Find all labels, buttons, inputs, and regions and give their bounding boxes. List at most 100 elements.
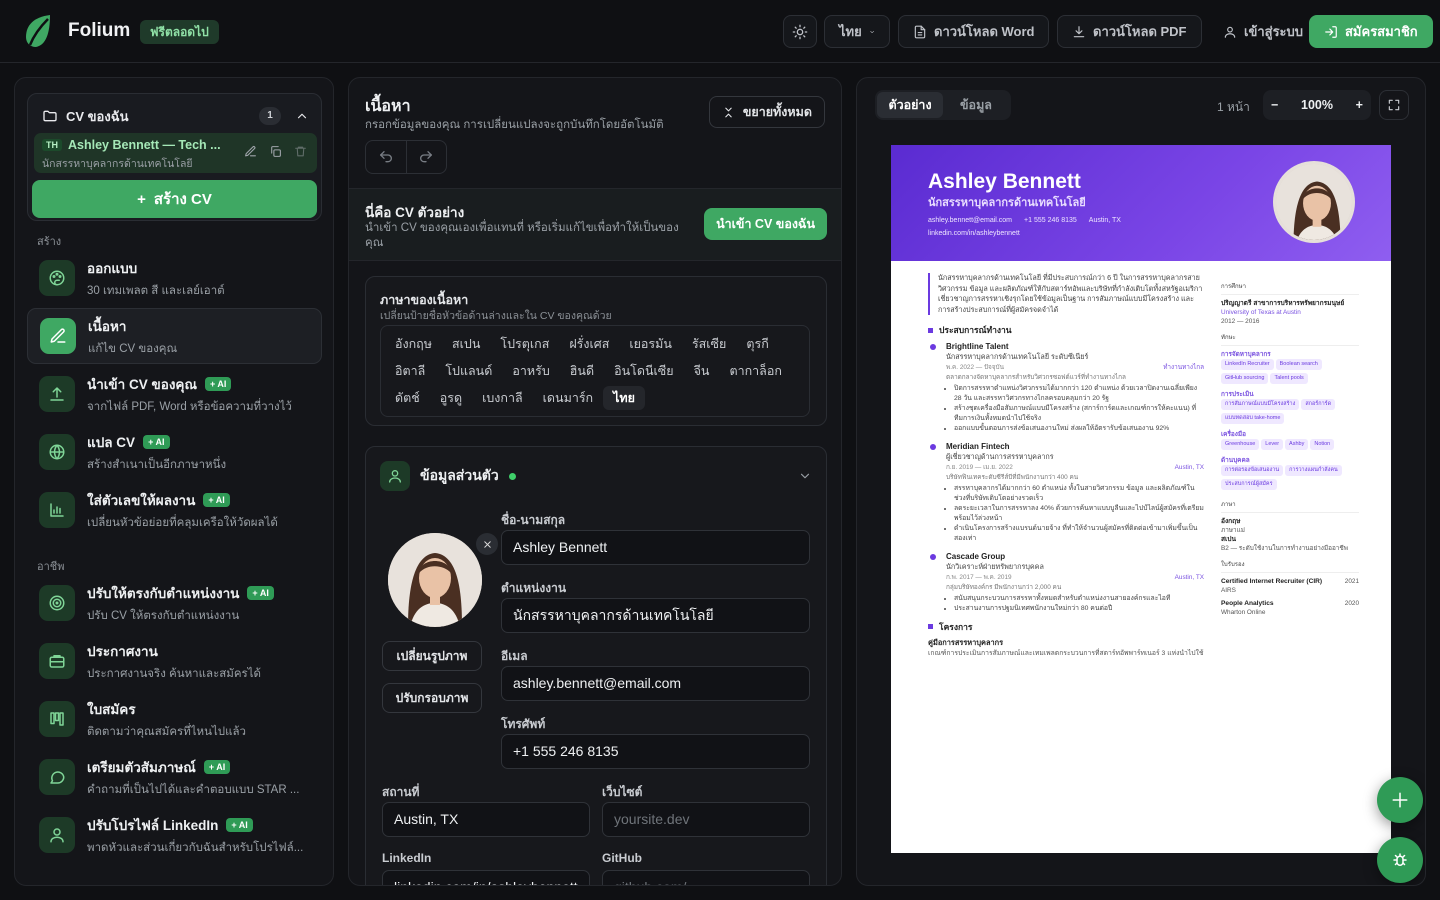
language-select[interactable]: ไทย [824,15,890,48]
cv-job-dates: พ.ค. 2022 — ปัจจุบัน [946,363,1004,371]
ai-badge: + AI [203,759,231,774]
redo-button[interactable] [405,141,447,173]
sidebar-item-chart[interactable]: ใส่ตัวเลขให้ผลงาน + AI เปลี่ยนหัวข้อย่อยที… [27,482,322,538]
language-option[interactable]: ฮินดี [560,359,604,383]
language-option[interactable]: อิตาลี [385,359,435,383]
collapse-icon [725,107,732,117]
sidebar-item-user[interactable]: ปรับโปรไฟล์ LinkedIn + AI พาดหัวและส่วนเกี… [27,807,322,863]
personal-info-header[interactable]: ข้อมูลส่วนตัว [380,461,812,491]
cv-job-location: ทำงานทางไกล [1163,363,1204,371]
expand-all-button[interactable]: ขยายทั้งหมด [708,96,825,128]
personal-info-card: ข้อมูลส่วนตัว เปลี่ยนรูปภาพ ปรับกรอบภาพ … [365,446,827,885]
location-field[interactable]: Austin, TX [382,802,590,837]
login-button[interactable]: เข้าสู่ระบบ [1208,15,1318,48]
undo-button[interactable] [366,141,406,173]
language-option[interactable]: อาหรับ [502,359,559,383]
kanban-icon [50,712,64,726]
website-field[interactable]: yoursite.dev [602,802,810,837]
name-label: ชื่อ-นามสกุล [501,513,566,527]
leaf-logo-icon [26,15,50,47]
content-language-subtitle: เปลี่ยนป้ายชื่อหัวข้อด้านล่างและใน CV ขอ… [380,310,612,322]
ai-badge: + AI [143,434,170,449]
chat-icon [50,771,65,784]
download-pdf-button[interactable]: ดาวน์โหลด PDF [1057,15,1202,48]
sidebar-item-chat[interactable]: เตรียมตัวสัมภาษณ์ + AI คำถามที่เป็นไปได้แล… [27,749,322,805]
zoom-in-button[interactable]: + [1356,98,1363,112]
download-word-button[interactable]: ดาวน์โหลด Word [898,15,1050,48]
copy-icon[interactable] [269,145,282,158]
chevron-down-icon[interactable] [798,469,812,483]
sidebar-item-pencil[interactable]: เนื้อหา แก้ไข CV ของคุณ [27,308,322,364]
sidebar-item-palette[interactable]: ออกแบบ 30 เทมเพลต สี และเลย์เอาต์ [27,250,322,306]
tab-preview[interactable]: ตัวอย่าง [877,92,943,118]
app-name[interactable]: Folium [68,20,130,42]
cv-experience-heading: ประสบการณ์ทำงาน [928,325,1204,336]
name-field[interactable]: Ashley Bennett [501,530,810,565]
language-option[interactable]: ดัตช์ [385,386,430,410]
editor-panel: เนื้อหา กรอกข้อมูลของคุณ การเปลี่ยนแปลงจ… [348,77,842,886]
language-option[interactable]: สเปน [442,332,490,356]
remove-photo-button[interactable] [476,533,498,555]
location-label: สถานที่ [382,785,420,799]
job-title-label: ตำแหน่งงาน [501,581,567,595]
zoom-out-button[interactable]: − [1271,98,1278,112]
profile-photo[interactable] [388,533,482,627]
sidebar-item-title: ใบสมัคร [87,701,136,717]
language-option[interactable]: อินโดนีเซีย [604,359,684,383]
sidebar-item-upload[interactable]: นำเข้า CV ของคุณ + AI จากไฟล์ PDF, Word หร… [27,366,322,422]
cv-cert1-year: 2021 [1344,578,1359,585]
email-field[interactable]: ashley.bennett@email.com [501,666,810,701]
user-icon [1224,26,1236,38]
my-cv-header[interactable]: CV ของฉัน 1 [42,105,309,127]
sidebar-item-title: ออกแบบ [87,260,138,276]
cv-job-dates: ก.ย. 2019 — เม.ย. 2022 [946,463,1013,471]
job-title-field[interactable]: นักสรรหาบุคลากรด้านเทคโนโลยี [501,598,810,633]
theme-toggle-button[interactable] [783,15,817,48]
accessibility-fab[interactable] [1377,837,1423,883]
language-option[interactable]: ฝรั่งเศส [559,332,619,356]
sidebar-item-briefcase[interactable]: ประกาศงานประกาศงานจริง ค้นหาและสมัครได้ [27,633,322,689]
language-option[interactable]: ไทย [603,386,645,410]
language-option[interactable]: โปแลนด์ [435,359,502,383]
cv-main-column: นักสรรหาบุคลากรด้านเทคโนโลยี ที่มีประสบก… [928,273,1204,659]
trash-icon[interactable] [294,145,307,158]
top-bar: Folium ฟรีตลอดไป ไทย ดาวน์โหลด Word ดาวน… [0,0,1440,63]
language-option[interactable]: โปรตุเกส [490,332,559,356]
github-field[interactable]: github.com/... [602,870,810,885]
edit-icon[interactable] [244,145,257,158]
signup-label: สมัครสมาชิก [1345,24,1418,39]
tab-data[interactable]: ข้อมูล [943,92,1009,118]
sidebar-item-title: ประกาศงาน [87,643,158,659]
language-option[interactable]: เดนมาร์ก [533,386,603,410]
download-word-label: ดาวน์โหลด Word [934,24,1035,39]
language-option[interactable]: รัสเซีย [682,332,736,356]
create-cv-button[interactable]: + สร้าง CV [32,180,317,218]
language-option[interactable]: อูรดู [430,386,472,410]
login-arrow-icon [1325,25,1337,38]
fullscreen-button[interactable] [1379,90,1409,120]
language-option[interactable]: จีน [684,359,720,383]
sidebar-item-globe[interactable]: แปล CV + AI สร้างสำเนาเป็นอีกภาษาหนึ่ง [27,424,322,480]
language-option[interactable]: เบงกาลี [472,386,533,410]
language-option[interactable]: อังกฤษ [385,332,442,356]
cv-lang2-level: B2 — ระดับใช้งานในการทำงานอย่างมืออาชีพ [1221,545,1348,552]
change-photo-button[interactable]: เปลี่ยนรูปภาพ [382,641,482,671]
cv-skill-chip: Lever [1261,439,1284,450]
sidebar-item-kanban[interactable]: ใบสมัครติดตามว่าคุณสมัครที่ไหนไปแล้ว [27,691,322,747]
sidebar-item-subtitle: ติดตามว่าคุณสมัครที่ไหนไปแล้ว [87,725,246,738]
cv-page: Ashley Bennett นักสรรหาบุคลากรด้านเทคโนโ… [891,145,1391,853]
import-my-cv-button[interactable]: นำเข้า CV ของฉัน [704,208,827,240]
sidebar-item-subtitle: ประกาศงานจริง ค้นหาและสมัครได้ [87,667,261,680]
linkedin-field[interactable]: linkedin.com/in/ashleybennett [382,870,590,885]
phone-field[interactable]: +1 555 246 8135 [501,734,810,769]
ai-sparkle-fab[interactable] [1377,777,1423,823]
language-option[interactable]: ตุรกี [736,332,778,356]
language-option[interactable]: เยอรมัน [619,332,682,356]
sidebar-item-target[interactable]: ปรับให้ตรงกับตำแหน่งงาน + AI ปรับ CV ให้ตร… [27,575,322,631]
language-option[interactable]: ตากาล็อก [719,359,791,383]
chevron-up-icon[interactable] [295,109,309,123]
signup-button[interactable]: สมัครสมาชิก [1309,15,1433,48]
crop-photo-button[interactable]: ปรับกรอบภาพ [382,683,482,713]
cv-list-item[interactable]: TH Ashley Bennett — Tech ... นักสรรหาบุค… [34,133,317,173]
sample-cv-desc: นำเข้า CV ของคุณเองเพื่อแทนที่ หรือเริ่ม… [365,222,679,249]
